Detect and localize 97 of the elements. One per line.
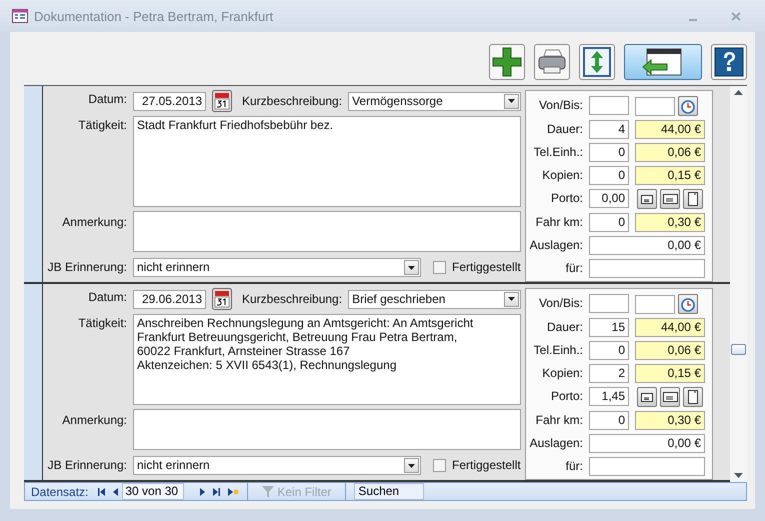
count-field[interactable]: 0: [589, 411, 629, 430]
toolbar-button[interactable]: [534, 44, 570, 80]
price-field: 0,30 €: [635, 411, 705, 430]
field-label: Anmerkung:: [61, 214, 127, 231]
toolbar-button[interactable]: [489, 44, 525, 80]
date-field[interactable]: 29.06.2013: [133, 290, 206, 308]
field-label: Von/Bis:: [538, 295, 583, 312]
field-label: Tel.Einh.:: [532, 144, 583, 161]
clock-icon[interactable]: [678, 294, 698, 314]
toolbar-button[interactable]: [711, 44, 747, 80]
field-label: Porto:: [550, 190, 583, 207]
filter-icon: [262, 486, 274, 498]
help-icon: [714, 46, 744, 76]
calendar-icon[interactable]: [212, 90, 232, 112]
field-label: Kurzbeschreibung:: [242, 290, 342, 308]
checkbox-label: Fertiggestellt: [452, 259, 521, 276]
field-label: für:: [564, 260, 583, 277]
amount-field[interactable]: 0,00 €: [589, 236, 705, 255]
amount-field[interactable]: 0,00 €: [589, 434, 705, 453]
field-label: JB Erinnerung:: [46, 259, 127, 276]
field-label: Auslagen:: [528, 435, 583, 452]
scroll-up-icon[interactable]: [734, 90, 743, 95]
document-icon[interactable]: [683, 387, 703, 407]
record-selector[interactable]: [24, 284, 43, 480]
field-label: für:: [564, 458, 583, 475]
activity-textarea[interactable]: Anschreiben Rechnungslegung an Amtsgericht: An Amtsgericht Frankfurt Betreuungsgericht, Betreuung Frau Petra Bertram, 60022 Frankfurt, Arnsteiner Strasse 167 Aktenzeichen: 5 XVII 6543(1), Rechnungslegung: [133, 314, 521, 405]
field-label: Anmerkung:: [61, 412, 127, 429]
activity-textarea[interactable]: Stadt Frankfurt Friedhofsbebühr bez.: [133, 116, 521, 207]
price-field: 0,15 €: [635, 364, 705, 383]
time-field[interactable]: [589, 96, 629, 115]
date-field[interactable]: 27.05.2013: [133, 92, 206, 110]
reminder-dropdown[interactable]: nicht erinnern: [133, 258, 421, 277]
price-field: 0,06 €: [635, 143, 705, 162]
count-field[interactable]: 0: [589, 213, 629, 232]
toolbar-button[interactable]: [579, 44, 615, 80]
count-field[interactable]: 0: [589, 166, 629, 185]
field-label: Auslagen:: [528, 237, 583, 254]
envelope-icon[interactable]: [660, 189, 680, 209]
postage-field[interactable]: 0,00: [589, 189, 629, 208]
field-label: Porto:: [550, 388, 583, 405]
field-label: Tätigkeit:: [77, 315, 127, 332]
scrollbar[interactable]: [730, 86, 747, 482]
field-label: Datum:: [87, 289, 127, 306]
record-label: Datensatz:: [30, 484, 90, 498]
amount-field[interactable]: [589, 259, 705, 278]
checkbox-label: Fertiggestellt: [452, 457, 521, 474]
price-field: 0,30 €: [635, 213, 705, 232]
document-icon[interactable]: [683, 189, 703, 209]
vertical-arrows-icon: [583, 46, 611, 76]
plus-icon: [492, 46, 522, 76]
price-field: 0,06 €: [635, 341, 705, 360]
clock-icon[interactable]: [678, 96, 698, 116]
count-field[interactable]: 2: [589, 364, 629, 383]
field-label: Dauer:: [546, 121, 583, 138]
window-title: Dokumentation - Petra Bertram, Frankfurt: [34, 8, 274, 24]
form-icon: [12, 9, 28, 23]
field-label: Fahr km:: [534, 412, 583, 429]
field-label: Tätigkeit:: [77, 117, 127, 134]
note-textarea[interactable]: [133, 211, 521, 252]
count-field[interactable]: 15: [589, 318, 629, 337]
field-label: Kopien:: [541, 365, 583, 382]
count-field[interactable]: 0: [589, 143, 629, 162]
field-label: Datum:: [87, 91, 127, 108]
scroll-down-icon[interactable]: [734, 473, 743, 478]
field-label: Von/Bis:: [538, 97, 583, 114]
toolbar-button[interactable]: [624, 44, 702, 80]
envelope-icon[interactable]: [637, 189, 657, 209]
scroll-thumb[interactable]: [731, 344, 746, 354]
count-field[interactable]: 0: [589, 341, 629, 360]
field-label: Kopien:: [541, 167, 583, 184]
reminder-dropdown[interactable]: nicht erinnern: [133, 456, 421, 475]
price-field: 44,00 €: [635, 120, 705, 139]
field-label: JB Erinnerung:: [46, 457, 127, 474]
time-field[interactable]: [635, 96, 675, 116]
envelope-icon[interactable]: [637, 387, 657, 407]
field-label: Dauer:: [546, 319, 583, 336]
description-dropdown[interactable]: Brief geschrieben: [348, 290, 521, 308]
count-field[interactable]: 4: [589, 120, 629, 139]
search-field[interactable]: Suchen: [354, 483, 424, 500]
record-position-field[interactable]: 30 von 30: [122, 483, 184, 500]
description-dropdown[interactable]: Vermögenssorge: [348, 92, 521, 110]
checkbox[interactable]: [433, 261, 446, 274]
price-field: 0,15 €: [635, 166, 705, 185]
record-selector[interactable]: [24, 86, 43, 282]
envelope-icon[interactable]: [660, 387, 680, 407]
field-label: Tel.Einh.:: [532, 342, 583, 359]
printer-icon: [537, 48, 567, 74]
note-textarea[interactable]: [133, 409, 521, 450]
price-field: 44,00 €: [635, 318, 705, 337]
amount-field[interactable]: [589, 457, 705, 476]
time-field[interactable]: [589, 294, 629, 313]
checkbox[interactable]: [433, 459, 446, 472]
postage-field[interactable]: 1,45: [589, 387, 629, 406]
calendar-icon[interactable]: [212, 288, 232, 310]
field-label: Fahr km:: [534, 214, 583, 231]
field-label: Kurzbeschreibung:: [242, 92, 342, 110]
time-field[interactable]: [635, 294, 675, 314]
